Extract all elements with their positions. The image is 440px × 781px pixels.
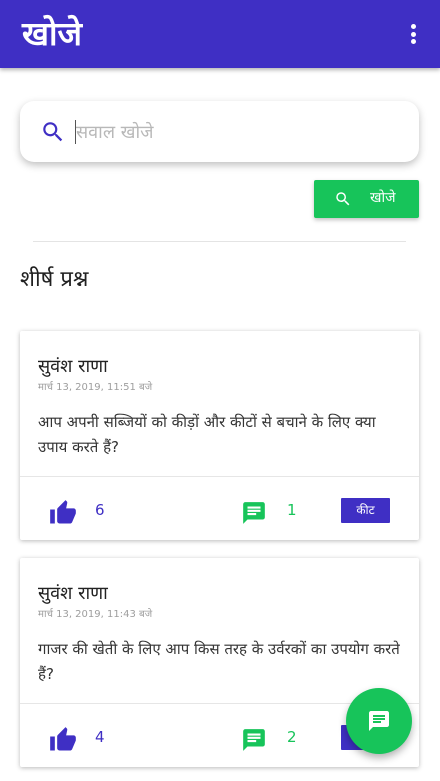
search-bar bbox=[20, 101, 419, 162]
search-icon bbox=[43, 122, 63, 142]
question-text: गाजर की खेती के लिए आप किस तरह के उर्वरक… bbox=[38, 640, 400, 683]
new-question-fab[interactable] bbox=[346, 688, 412, 754]
search-input[interactable] bbox=[76, 116, 396, 148]
comment-count: 1 bbox=[287, 501, 297, 519]
comment-icon[interactable] bbox=[241, 727, 267, 753]
search-icon bbox=[336, 192, 350, 206]
thumbs-up-icon[interactable] bbox=[48, 499, 78, 527]
app-title: खोजे bbox=[22, 14, 83, 53]
question-author: सुवंश राणा bbox=[38, 583, 108, 604]
comment-icon[interactable] bbox=[241, 500, 267, 526]
thumbs-up-icon[interactable] bbox=[48, 726, 78, 754]
tag-chip[interactable]: कीट bbox=[341, 498, 390, 523]
search-button[interactable]: खोजे bbox=[314, 180, 419, 218]
divider bbox=[33, 241, 406, 242]
like-count: 6 bbox=[95, 501, 105, 519]
section-title: शीर्ष प्रश्न bbox=[20, 267, 89, 292]
chat-icon bbox=[369, 711, 389, 731]
like-count: 4 bbox=[95, 728, 105, 746]
more-vert-icon[interactable] bbox=[406, 24, 420, 46]
app-bar: खोजे bbox=[0, 0, 440, 68]
text-cursor bbox=[75, 120, 76, 144]
card-divider bbox=[20, 476, 419, 477]
question-timestamp: मार्च 13, 2019, 11:51 बजे bbox=[38, 382, 153, 393]
question-timestamp: मार्च 13, 2019, 11:43 बजे bbox=[38, 609, 153, 620]
question-text: आप अपनी सब्जियों को कीड़ों और कीटों से ब… bbox=[38, 413, 376, 456]
search-button-label: खोजे bbox=[370, 190, 396, 206]
question-card[interactable]: सुवंश राणा मार्च 13, 2019, 11:51 बजे आप … bbox=[20, 331, 419, 540]
comment-count: 2 bbox=[287, 728, 297, 746]
question-author: सुवंश राणा bbox=[38, 356, 108, 377]
